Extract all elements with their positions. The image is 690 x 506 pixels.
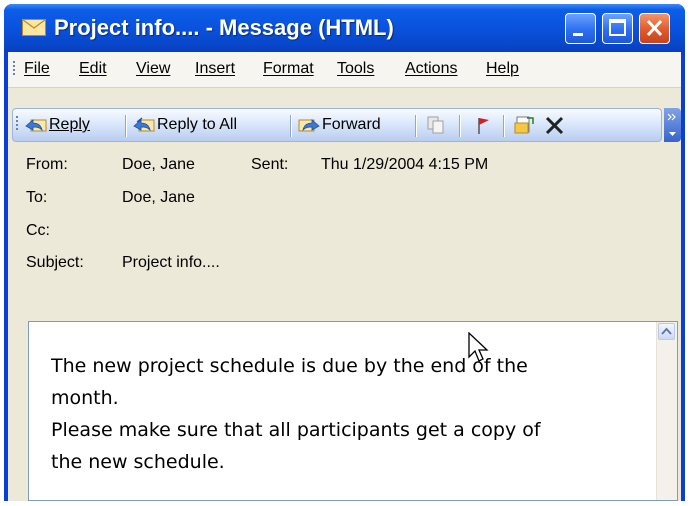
toolbar-grip-handle[interactable]: [16, 116, 19, 132]
move-to-folder-button[interactable]: [513, 114, 535, 136]
menu-insert[interactable]: Insert: [195, 60, 235, 78]
toolbar-separator: [503, 115, 505, 137]
toolbar-separator: [125, 115, 127, 137]
message-line: the new schedule.: [51, 451, 225, 473]
menu-edit[interactable]: Edit: [79, 60, 107, 78]
menu-file[interactable]: File: [24, 60, 50, 78]
reply-all-button[interactable]: Reply to All: [133, 114, 285, 136]
reply-button[interactable]: Reply: [25, 114, 117, 136]
title-bar[interactable]: Project info.... - Message (HTML): [4, 4, 685, 52]
minimize-button[interactable]: [565, 13, 596, 44]
mouse-pointer-icon: [468, 332, 489, 362]
sent-label: Sent:: [251, 156, 289, 173]
forward-label: Forward: [322, 116, 381, 133]
reply-all-icon: [133, 117, 155, 132]
forward-button[interactable]: Forward: [298, 114, 410, 136]
menu-tools[interactable]: Tools: [337, 60, 374, 78]
from-label: From:: [26, 156, 68, 173]
forward-icon: [298, 119, 320, 132]
standard-toolbar: Reply Reply to All Forward: [12, 108, 662, 142]
sent-value: Thu 1/29/2004 4:15 PM: [321, 156, 489, 173]
message-window: Project info.... - Message (HTML) File E…: [4, 4, 685, 501]
toolbar-separator: [459, 115, 461, 137]
close-button[interactable]: [639, 13, 670, 44]
delete-icon: [545, 116, 564, 135]
menu-bar: File Edit View Insert Format Tools Actio…: [8, 52, 681, 88]
to-value[interactable]: Doe, Jane: [122, 189, 195, 207]
message-body[interactable]: The new project schedule is due by the e…: [28, 321, 678, 501]
menu-view[interactable]: View: [136, 60, 170, 78]
message-line: The new project schedule is due by the e…: [51, 355, 528, 377]
close-icon: [646, 19, 663, 37]
to-label: To:: [26, 189, 48, 206]
minimize-icon: [573, 33, 583, 36]
reply-icon: [25, 119, 47, 132]
message-line: Please make sure that all participants g…: [51, 419, 541, 441]
flag-button[interactable]: [471, 114, 493, 136]
subject-value: Project info....: [122, 254, 220, 271]
vertical-scrollbar[interactable]: [656, 322, 677, 500]
menu-grip-handle[interactable]: [13, 61, 16, 77]
toolbar-separator: [290, 115, 292, 137]
message-line: month.: [51, 387, 119, 409]
reply-label: Reply: [49, 116, 90, 133]
delete-button[interactable]: [543, 114, 565, 136]
flag-icon: [478, 118, 489, 134]
menu-help[interactable]: Help: [486, 60, 519, 78]
maximize-button[interactable]: [602, 13, 633, 44]
toolbar-options-chevron[interactable]: [664, 108, 681, 142]
cc-label: Cc:: [26, 222, 50, 239]
reply-all-label: Reply to All: [157, 116, 238, 133]
subject-label: Subject:: [26, 254, 84, 271]
window-client: File Edit View Insert Format Tools Actio…: [8, 52, 681, 501]
move-icon: [514, 116, 534, 134]
message-header: From: Doe, Jane Sent: Thu 1/29/2004 4:15…: [8, 144, 681, 314]
menu-actions[interactable]: Actions: [405, 60, 457, 78]
copy-button[interactable]: [425, 114, 447, 136]
envelope-icon: [22, 19, 46, 36]
window-title: Project info.... - Message (HTML): [54, 15, 394, 40]
toolbar-separator: [415, 115, 417, 137]
from-value[interactable]: Doe, Jane: [122, 156, 195, 174]
chevron-up-icon: [661, 327, 672, 335]
scroll-up-button[interactable]: [658, 323, 675, 340]
maximize-icon: [609, 19, 626, 36]
chevron-down-icon: [667, 113, 676, 136]
message-text[interactable]: The new project schedule is due by the e…: [51, 350, 631, 478]
menu-format[interactable]: Format: [263, 60, 314, 78]
copy-icon: [427, 116, 444, 134]
